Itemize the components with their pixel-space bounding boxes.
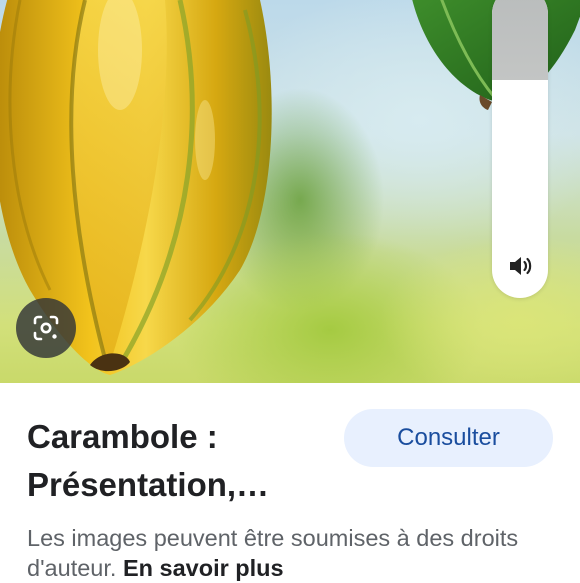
result-title-line2: Présentation,…	[27, 466, 270, 503]
result-title[interactable]: Carambole : Présentation,…	[27, 413, 327, 509]
result-info-panel: Carambole : Présentation,… Consulter Les…	[0, 383, 580, 583]
lens-search-button[interactable]	[16, 298, 76, 358]
result-title-line1: Carambole :	[27, 418, 218, 455]
learn-more-link[interactable]: En savoir plus	[123, 555, 284, 581]
consult-button[interactable]: Consulter	[344, 409, 553, 467]
volume-level-fill	[492, 0, 548, 80]
leaf-graphic	[412, 0, 580, 110]
speaker-icon[interactable]	[507, 252, 535, 280]
result-image[interactable]	[0, 0, 580, 383]
google-lens-icon	[33, 315, 59, 341]
copyright-disclaimer: Les images peuvent être soumises à des d…	[27, 523, 567, 583]
volume-slider[interactable]	[492, 0, 548, 298]
